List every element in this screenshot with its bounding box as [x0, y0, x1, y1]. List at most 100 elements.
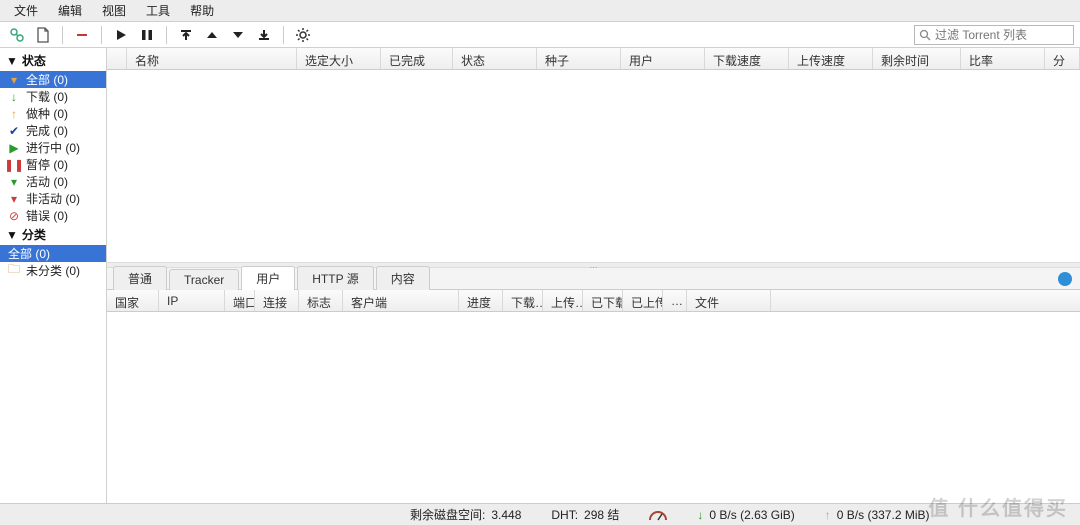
collapse-icon: ▼: [6, 228, 18, 242]
status-upload[interactable]: ↑ 0 B/s (337.2 MiB): [825, 508, 930, 522]
sidebar-item-label: 进行中 (0): [26, 139, 80, 156]
peer-col-more[interactable]: …: [663, 290, 687, 311]
download-rate: 0 B/s (2.63 GiB): [709, 508, 794, 522]
peer-col-dlspeed[interactable]: 下载…: [503, 290, 543, 311]
sidebar-header-label: 状态: [22, 52, 46, 69]
sidebar: ▼ 状态 ▾全部 (0) ↓下载 (0) ↑做种 (0) ✔完成 (0) ▶ 进行…: [0, 48, 107, 503]
sidebar-item-label: 下载 (0): [26, 88, 68, 105]
status-speed-icon[interactable]: [649, 509, 667, 521]
peer-column-header[interactable]: 国家 IP 端口 连接 标志 客户端 进度 下载… 上传… 已下载 已上传 … …: [107, 290, 1080, 312]
menu-view[interactable]: 视图: [92, 0, 136, 22]
col-size[interactable]: 选定大小: [297, 48, 381, 69]
sidebar-item-inactive[interactable]: ▾非活动 (0): [0, 190, 106, 207]
move-top-button[interactable]: [175, 24, 197, 46]
sidebar-item-label: 活动 (0): [26, 173, 68, 190]
sidebar-header-category[interactable]: ▼ 分类: [0, 224, 106, 245]
status-bar: 剩余磁盘空间: 3.448 DHT: 298 结 ↓ 0 B/s (2.63 G…: [0, 503, 1080, 525]
filter-box[interactable]: [914, 25, 1074, 45]
menu-tools[interactable]: 工具: [136, 0, 180, 22]
peer-col-flags[interactable]: 标志: [299, 290, 343, 311]
torrent-column-header[interactable]: 名称 选定大小 已完成 状态 种子 用户 下载速度 上传速度 剩余时间 比率 分: [107, 48, 1080, 70]
peer-col-ip[interactable]: IP: [159, 290, 225, 311]
settings-button[interactable]: [292, 24, 314, 46]
tab-content[interactable]: 内容: [376, 266, 430, 290]
move-down-button[interactable]: [227, 24, 249, 46]
peer-col-client[interactable]: 客户端: [343, 290, 459, 311]
sidebar-item-resumed[interactable]: ▶ 进行中 (0): [0, 139, 106, 156]
tab-action-icon[interactable]: [1058, 272, 1072, 286]
filter-input[interactable]: [935, 28, 1069, 42]
toolbar-separator: [62, 26, 63, 44]
sidebar-item-label: 错误 (0): [26, 207, 68, 224]
col-done[interactable]: 已完成: [381, 48, 453, 69]
col-status[interactable]: 状态: [453, 48, 537, 69]
sidebar-item-completed[interactable]: ✔完成 (0): [0, 122, 106, 139]
pause-button[interactable]: [136, 24, 158, 46]
disk-label: 剩余磁盘空间:: [410, 506, 485, 523]
peer-col-upspeed[interactable]: 上传…: [543, 290, 583, 311]
sidebar-item-seeding[interactable]: ↑做种 (0): [0, 105, 106, 122]
search-icon: [919, 29, 931, 41]
col-name[interactable]: 名称: [127, 48, 297, 69]
sidebar-item-label: 做种 (0): [26, 105, 68, 122]
peer-col-uploaded[interactable]: 已上传: [623, 290, 663, 311]
sidebar-header-label: 分类: [22, 226, 46, 243]
menu-bar: 文件 编辑 视图 工具 帮助: [0, 0, 1080, 22]
sidebar-item-label: 非活动 (0): [26, 190, 80, 207]
upload-arrow-icon: ↑: [825, 508, 831, 522]
folder-icon: 🗀: [8, 265, 20, 277]
menu-help[interactable]: 帮助: [180, 0, 224, 22]
detail-tabs: 普通 Tracker 用户 HTTP 源 内容: [107, 268, 1080, 290]
move-up-button[interactable]: [201, 24, 223, 46]
sidebar-item-all[interactable]: ▾全部 (0): [0, 71, 106, 88]
remove-button[interactable]: [71, 24, 93, 46]
add-link-button[interactable]: [6, 24, 28, 46]
disk-value: 3.448: [491, 508, 521, 522]
sidebar-category-uncategorized[interactable]: 🗀未分类 (0): [0, 262, 106, 279]
torrent-list[interactable]: [107, 70, 1080, 262]
tab-general[interactable]: 普通: [113, 266, 167, 290]
tab-http-sources[interactable]: HTTP 源: [297, 266, 373, 290]
col-eta[interactable]: 剩余时间: [873, 48, 961, 69]
col-seeds[interactable]: 种子: [537, 48, 621, 69]
dht-label: DHT:: [551, 508, 578, 522]
sidebar-header-status[interactable]: ▼ 状态: [0, 50, 106, 71]
peer-col-files[interactable]: 文件: [687, 290, 771, 311]
col-dlspeed[interactable]: 下载速度: [705, 48, 789, 69]
status-dht[interactable]: DHT: 298 结: [551, 506, 619, 523]
toolbar-separator: [101, 26, 102, 44]
filter-icon: ▾: [8, 74, 20, 86]
col-upspeed[interactable]: 上传速度: [789, 48, 873, 69]
tab-peers[interactable]: 用户: [241, 266, 295, 290]
peer-col-connection[interactable]: 连接: [255, 290, 299, 311]
pause-icon: ❚❚: [8, 159, 20, 171]
play-icon: ▶: [8, 142, 20, 154]
col-more[interactable]: 分: [1045, 48, 1080, 69]
check-icon: ✔: [8, 125, 20, 137]
error-icon: ⊘: [8, 210, 20, 222]
sidebar-item-active[interactable]: ▾活动 (0): [0, 173, 106, 190]
col-peers[interactable]: 用户: [621, 48, 705, 69]
peer-col-port[interactable]: 端口: [225, 290, 255, 311]
speedometer-icon: [649, 509, 667, 521]
col-ratio[interactable]: 比率: [961, 48, 1045, 69]
sidebar-item-downloading[interactable]: ↓下载 (0): [0, 88, 106, 105]
col-handle[interactable]: [107, 48, 127, 69]
peer-col-country[interactable]: 国家: [107, 290, 159, 311]
play-button[interactable]: [110, 24, 132, 46]
sidebar-item-errored[interactable]: ⊘ 错误 (0): [0, 207, 106, 224]
menu-file[interactable]: 文件: [4, 0, 48, 22]
peer-list[interactable]: [107, 312, 1080, 504]
status-disk: 剩余磁盘空间: 3.448: [410, 506, 521, 523]
move-bottom-button[interactable]: [253, 24, 275, 46]
peer-col-progress[interactable]: 进度: [459, 290, 503, 311]
add-file-button[interactable]: [32, 24, 54, 46]
sidebar-item-paused[interactable]: ❚❚ 暂停 (0): [0, 156, 106, 173]
toolbar: [0, 22, 1080, 48]
peer-col-downloaded[interactable]: 已下载: [583, 290, 623, 311]
status-download[interactable]: ↓ 0 B/s (2.63 GiB): [697, 508, 794, 522]
toolbar-separator: [283, 26, 284, 44]
sidebar-item-label: 暂停 (0): [26, 156, 68, 173]
tab-trackers[interactable]: Tracker: [169, 269, 239, 290]
menu-edit[interactable]: 编辑: [48, 0, 92, 22]
